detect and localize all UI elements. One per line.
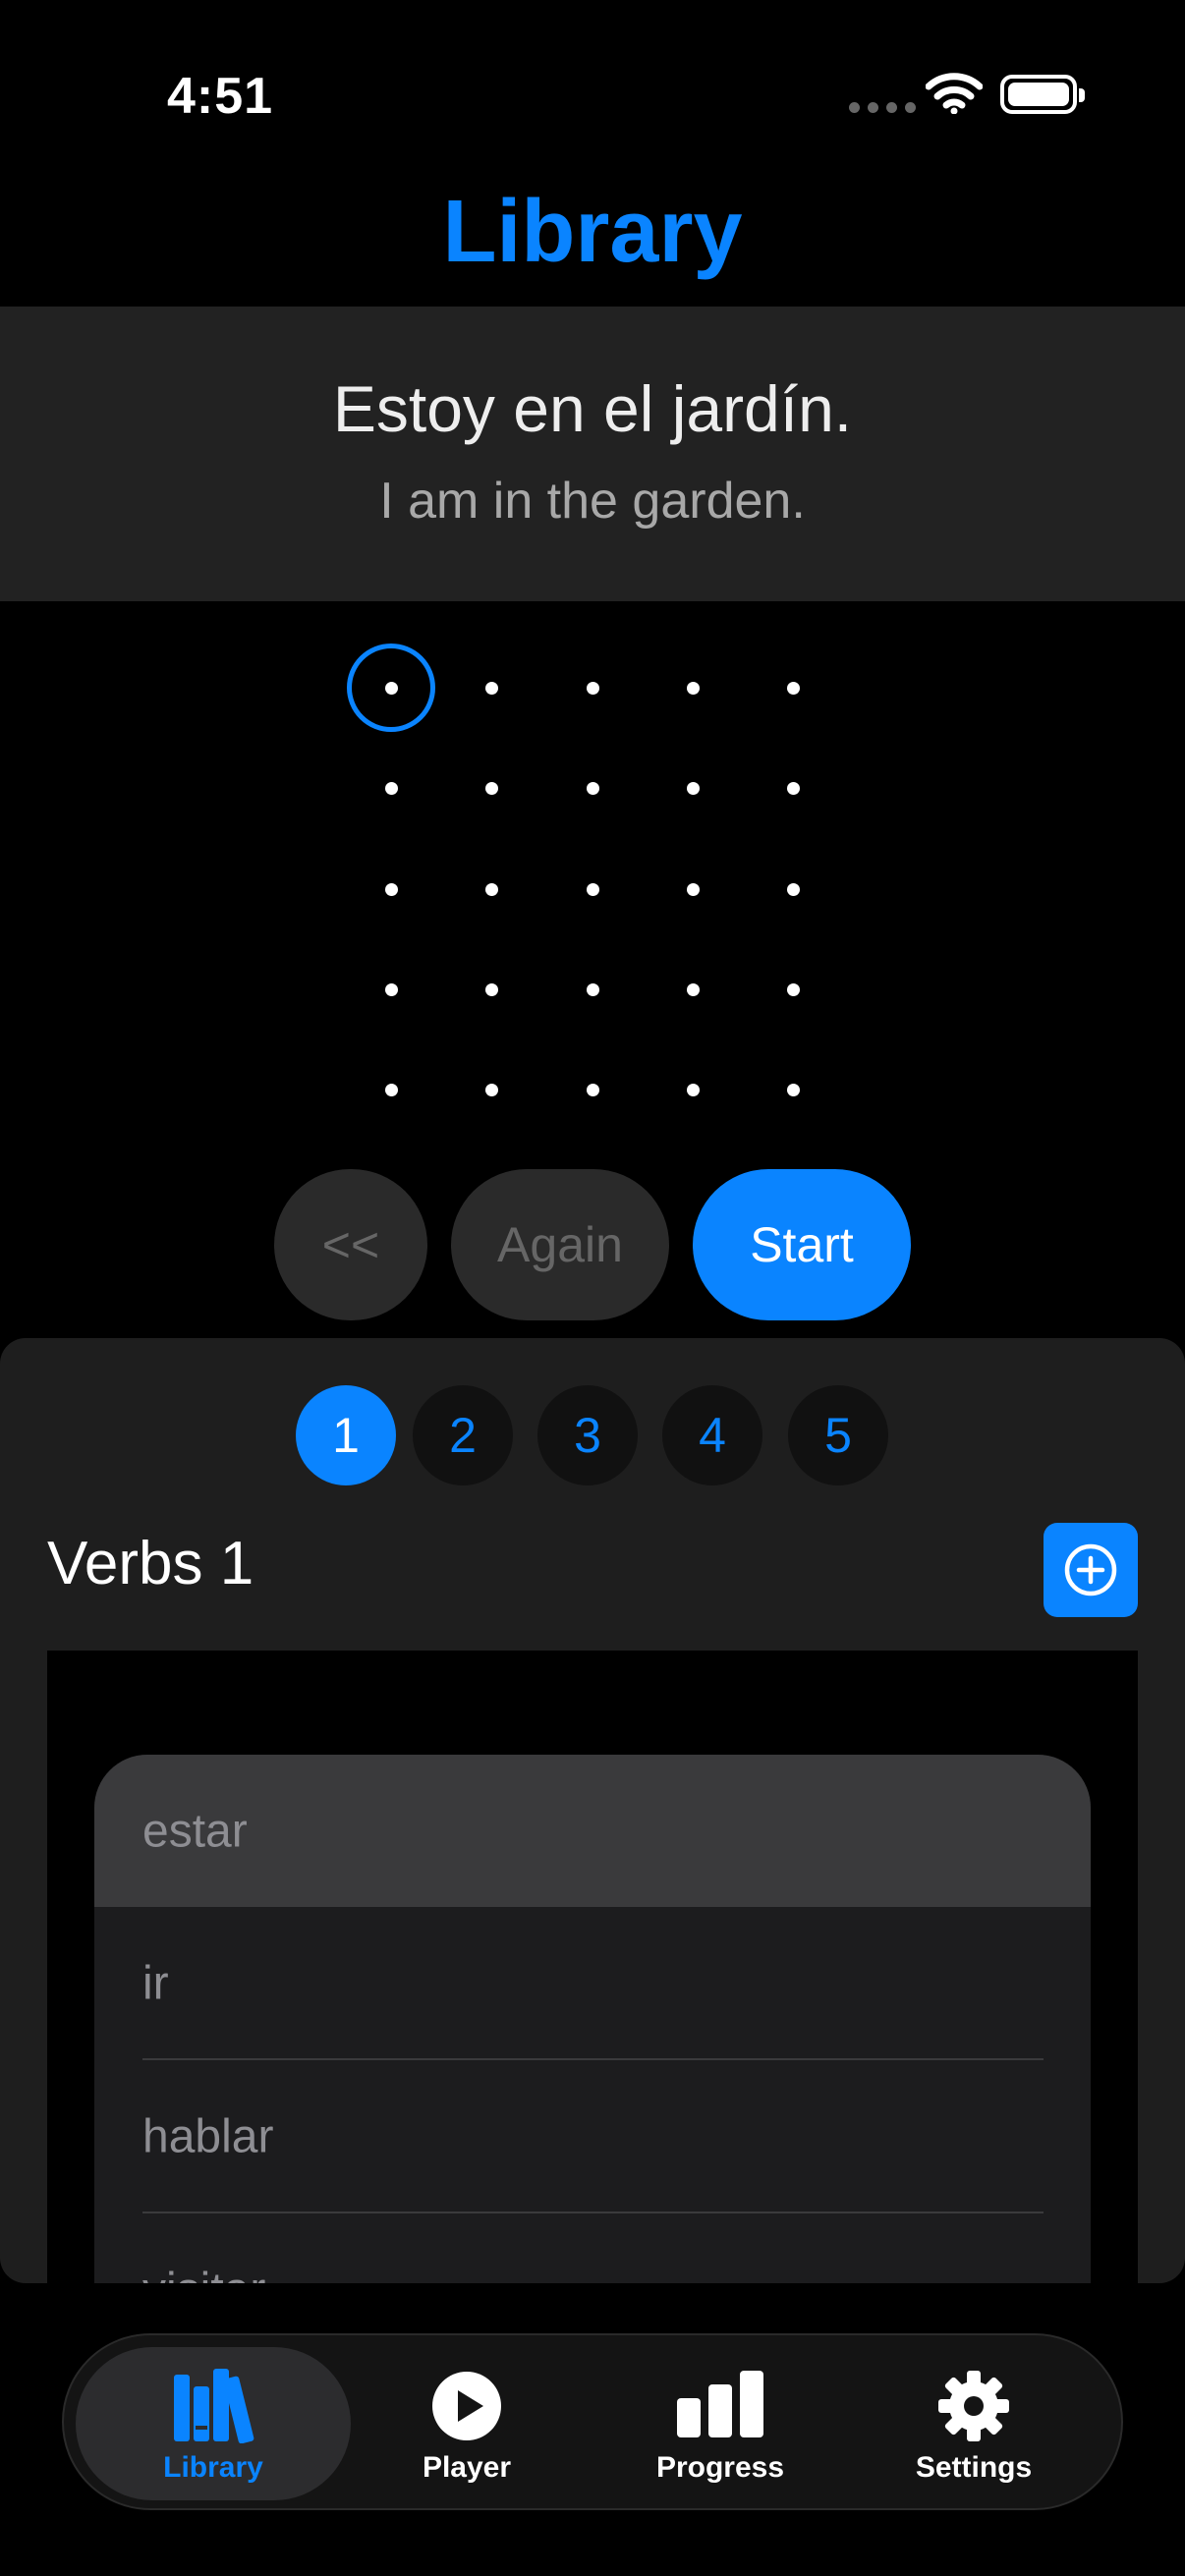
progress-dot [687, 883, 700, 896]
progress-dot [485, 682, 498, 695]
list-container: estar ir hablar visitar [0, 1338, 1185, 2283]
progress-dot [687, 983, 700, 996]
progress-dot [485, 983, 498, 996]
progress-dot [787, 983, 800, 996]
tab-bar: Library Player Progress Settings [62, 2333, 1123, 2510]
progress-dot-grid [0, 0, 1185, 1179]
tab-player[interactable]: Player [329, 2347, 604, 2500]
progress-dot [385, 883, 398, 896]
progress-dot [485, 782, 498, 795]
progress-dot [587, 1084, 599, 1096]
progress-dot [787, 782, 800, 795]
progress-dot [587, 682, 599, 695]
progress-dot [687, 1084, 700, 1096]
progress-dot [385, 782, 398, 795]
progress-dot [485, 883, 498, 896]
again-button[interactable]: Again [451, 1169, 669, 1320]
list-item-label: ir [142, 1957, 169, 2009]
progress-dot [787, 682, 800, 695]
gear-icon [938, 2371, 1009, 2441]
list-item[interactable]: hablar [94, 2060, 1091, 2212]
back-button[interactable]: << [274, 1169, 427, 1320]
progress-dot [485, 1084, 498, 1096]
list-item-label: visitar [142, 2263, 265, 2283]
progress-dot [787, 1084, 800, 1096]
word-list: estar ir hablar visitar [94, 1755, 1091, 2283]
progress-dot [587, 782, 599, 795]
chart-icon [677, 2371, 763, 2437]
progress-dot [787, 883, 800, 896]
progress-dot [687, 682, 700, 695]
tab-library[interactable]: Library [76, 2347, 351, 2500]
progress-dot [587, 883, 599, 896]
play-icon [432, 2372, 501, 2440]
progress-dot [385, 1084, 398, 1096]
progress-dot [385, 983, 398, 996]
list-item-label: estar [142, 1805, 248, 1857]
tab-progress[interactable]: Progress [583, 2347, 858, 2500]
tab-settings[interactable]: Settings [836, 2347, 1111, 2500]
list-item[interactable]: ir [94, 1907, 1091, 2059]
start-button[interactable]: Start [693, 1169, 911, 1320]
progress-dot [687, 782, 700, 795]
tab-label: Player [422, 2451, 512, 2484]
list-item[interactable]: visitar [94, 2213, 1091, 2283]
tab-label: Progress [655, 2451, 785, 2484]
list-item[interactable]: estar [94, 1755, 1091, 1907]
tab-label: Settings [915, 2451, 1033, 2484]
books-icon [174, 2369, 254, 2443]
progress-dot [385, 682, 398, 695]
progress-dot [587, 983, 599, 996]
tab-label: Library [163, 2451, 263, 2484]
list-item-label: hablar [142, 2110, 274, 2162]
